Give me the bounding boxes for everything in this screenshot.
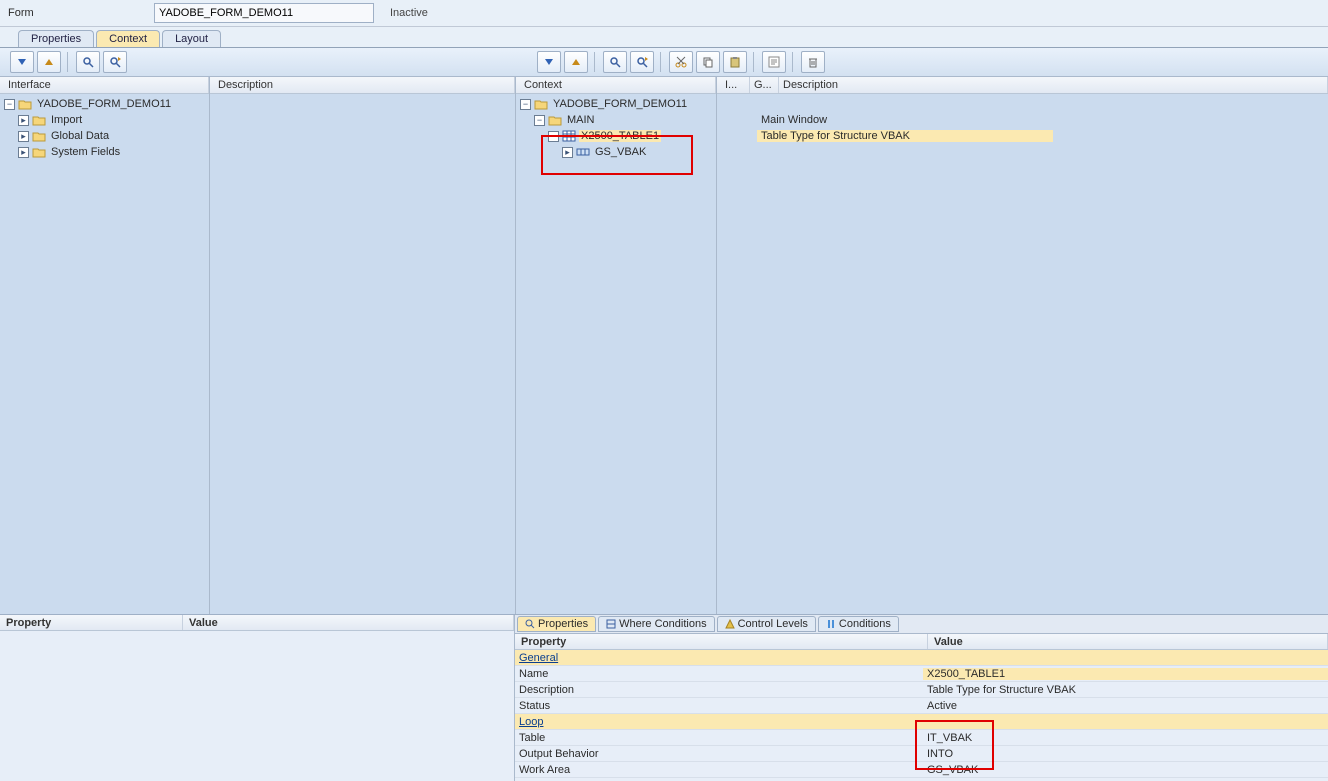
form-label: Form [8, 7, 148, 19]
context-root[interactable]: YADOBE_FORM_DEMO11 [551, 98, 689, 110]
cut-button[interactable] [669, 51, 693, 73]
context-gcol-header: G... [750, 77, 779, 93]
left-property-table [0, 631, 514, 781]
context-header: Context [520, 77, 716, 93]
value-cell[interactable]: Active [923, 700, 1328, 712]
folder-icon [32, 114, 46, 126]
expand-toggle-icon[interactable]: ▸ [562, 147, 573, 158]
collapse-all-button[interactable] [37, 51, 61, 73]
tab-where-conditions[interactable]: Where Conditions [598, 616, 714, 632]
interface-tree[interactable]: − YADOBE_FORM_DEMO11 ▸ Import ▸ Global Data… [0, 94, 209, 614]
form-status: Inactive [390, 7, 428, 19]
text-button[interactable] [762, 51, 786, 73]
form-name-input[interactable] [154, 3, 374, 23]
br-value-header: Value [928, 634, 1328, 649]
context-description-header: Description [779, 77, 1328, 93]
expand-all-button-r[interactable] [537, 51, 561, 73]
context-table-desc: Table Type for Structure VBAK [757, 130, 1053, 142]
folder-icon [32, 146, 46, 158]
expand-toggle-icon[interactable]: − [4, 99, 15, 110]
context-tree[interactable]: −YADOBE_FORM_DEMO11 −MAIN −X2500_TABLE1 … [516, 94, 716, 614]
value-cell[interactable]: INTO [923, 748, 1328, 760]
paste-button[interactable] [723, 51, 747, 73]
find-next-button-r[interactable] [630, 51, 654, 73]
property-cell: Name [515, 668, 923, 680]
context-gs-vbak[interactable]: GS_VBAK [593, 146, 648, 158]
table-icon [562, 130, 576, 142]
interface-description-header: Description [214, 77, 515, 93]
interface-header: Interface [4, 77, 209, 93]
find-button-r[interactable] [603, 51, 627, 73]
delete-button[interactable] [801, 51, 825, 73]
folder-icon [32, 130, 46, 142]
copy-button[interactable] [696, 51, 720, 73]
tab-context[interactable]: Context [96, 30, 160, 47]
value-cell[interactable]: GS_VBAK [923, 764, 1328, 776]
property-cell: Loop [515, 716, 923, 728]
property-cell: Table [515, 732, 923, 744]
context-icol-header: I... [721, 77, 750, 93]
tree-node-global-data[interactable]: Global Data [49, 130, 111, 142]
tree-node-system-fields[interactable]: System Fields [49, 146, 122, 158]
context-main-desc: Main Window [757, 114, 1328, 126]
bl-property-header: Property [0, 615, 183, 630]
expand-toggle-icon[interactable]: − [520, 99, 531, 110]
collapse-all-button-r[interactable] [564, 51, 588, 73]
tab-conditions[interactable]: Conditions [818, 616, 899, 632]
tab-properties[interactable]: Properties [18, 30, 94, 47]
property-cell: General [515, 652, 923, 664]
folder-open-icon [548, 114, 562, 126]
find-button[interactable] [76, 51, 100, 73]
tree-root[interactable]: YADOBE_FORM_DEMO11 [35, 98, 173, 110]
value-cell[interactable]: IT_VBAK [923, 732, 1328, 744]
find-next-button[interactable] [103, 51, 127, 73]
property-cell: Work Area [515, 764, 923, 776]
context-table-node[interactable]: X2500_TABLE1 [579, 130, 661, 142]
property-cell: Status [515, 700, 923, 712]
tab-control-levels[interactable]: Control Levels [717, 616, 816, 632]
value-cell[interactable]: X2500_TABLE1 [923, 668, 1328, 680]
expand-toggle-icon[interactable]: − [534, 115, 545, 126]
expand-all-button[interactable] [10, 51, 34, 73]
property-cell: Description [515, 684, 923, 696]
folder-open-icon [534, 98, 548, 110]
property-cell: Output Behavior [515, 748, 923, 760]
tab-properties-sub[interactable]: Properties [517, 616, 596, 632]
value-cell[interactable]: Table Type for Structure VBAK [923, 684, 1328, 696]
expand-toggle-icon[interactable]: ▸ [18, 131, 29, 142]
folder-open-icon [18, 98, 32, 110]
expand-toggle-icon[interactable]: ▸ [18, 147, 29, 158]
tree-node-import[interactable]: Import [49, 114, 84, 126]
structure-icon [576, 146, 590, 158]
expand-toggle-icon[interactable]: ▸ [18, 115, 29, 126]
tab-layout[interactable]: Layout [162, 30, 221, 47]
br-property-header: Property [515, 634, 928, 649]
property-table[interactable]: General NameX2500_TABLE1DescriptionTable … [515, 650, 1328, 781]
expand-toggle-icon[interactable]: − [548, 131, 559, 142]
context-main[interactable]: MAIN [565, 114, 597, 126]
bl-value-header: Value [183, 615, 514, 630]
